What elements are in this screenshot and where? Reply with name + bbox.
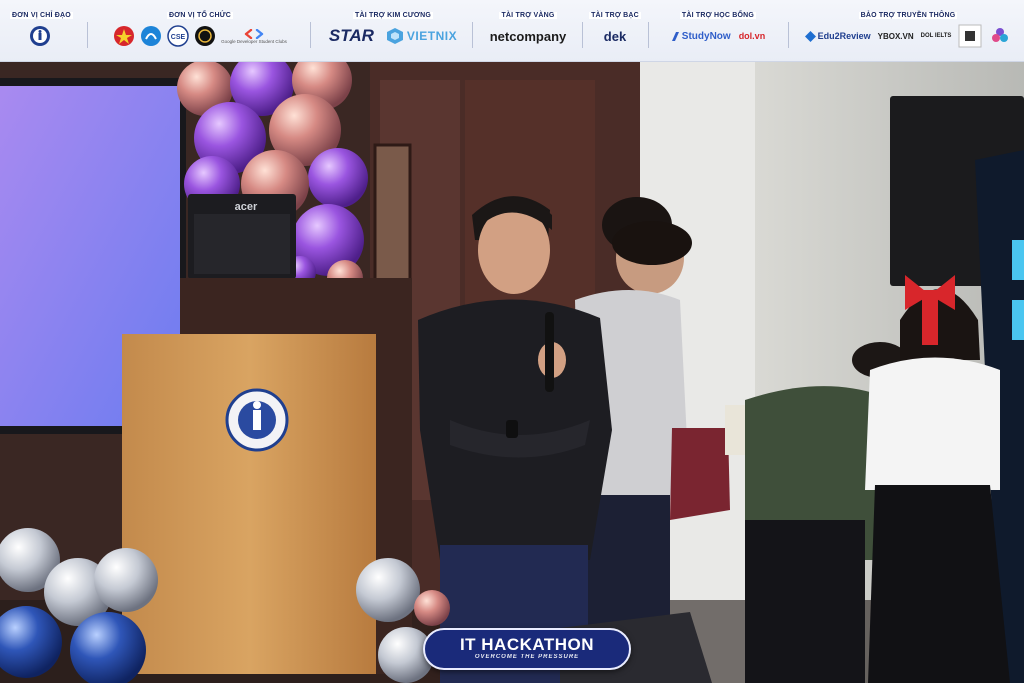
group-silver-label: TÀI TRỢ BẠC [589, 12, 641, 19]
star-icon: STAR [328, 26, 374, 45]
group-silver: TÀI TRỢ BẠC dek [588, 0, 642, 62]
door-window [373, 143, 412, 282]
banner-divider [582, 22, 583, 48]
group-gold: TÀI TRỢ VÀNG netcompany [478, 0, 578, 62]
podium-side [376, 334, 412, 674]
sponsor-banner: ĐƠN VỊ CHỈ ĐẠO ĐƠN VỊ TỔ CHỨC CSE Google… [0, 0, 1024, 62]
podium-body [122, 334, 378, 674]
cse-icon: CSE [167, 25, 189, 47]
group-media: BẢO TRỢ TRUYỀN THÔNG Edu2Review YBOX.VN … [796, 0, 1020, 62]
banner-divider [472, 22, 473, 48]
studynow-icon: StudyNow [671, 31, 731, 42]
media-box-icon [958, 24, 982, 48]
dolvn-icon: dol.vn [738, 31, 766, 41]
group-organizers-label: ĐƠN VỊ TỔ CHỨC [166, 12, 234, 19]
group-steering-label: ĐƠN VỊ CHỈ ĐẠO [10, 12, 73, 19]
vietnix-icon: VIETNIX [386, 27, 457, 45]
youth-union-icon [114, 26, 135, 46]
university-seal-icon [30, 26, 50, 46]
group-diamond-label: TÀI TRỢ KIM CƯƠNG [353, 12, 433, 19]
edu2review-icon: Edu2Review [804, 30, 871, 42]
netcompany-icon: netcompany [489, 28, 567, 44]
group-diamond: TÀI TRỢ KIM CƯƠNG STAR VIETNIX [318, 0, 468, 62]
banner-divider [87, 22, 88, 48]
banner-divider [310, 22, 311, 48]
group-organizers: ĐƠN VỊ TỔ CHỨC CSE Google Developer Stud… [100, 0, 300, 62]
group-gold-label: TÀI TRỢ VÀNG [499, 12, 557, 19]
dek-icon: dek [603, 28, 627, 44]
group-media-label: BẢO TRỢ TRUYỀN THÔNG [858, 12, 958, 19]
group-steering: ĐƠN VỊ CHỈ ĐẠO [10, 0, 73, 62]
podium-top [180, 278, 412, 334]
hackathon-badge: IT HACKATHON OVERCOME THE PRESSURE [423, 628, 631, 670]
banner-divider [648, 22, 649, 48]
club-icon [195, 26, 216, 46]
university-seal [225, 388, 289, 452]
svg-text:CSE: CSE [171, 34, 186, 41]
gdsc-icon: Google Developer Student Clubs [221, 28, 287, 44]
banner-divider [788, 22, 789, 48]
dol-ielts-icon: DOL IELTS [920, 33, 952, 39]
event-photo: acer [0, 62, 1024, 683]
hackathon-title: IT HACKATHON [459, 635, 595, 654]
student-association-icon [141, 26, 162, 46]
ybox-icon: YBOX.VN [877, 31, 914, 41]
monitor-brand: acer [235, 201, 258, 213]
photo-scene: acer [0, 62, 1024, 683]
red-chair [670, 428, 730, 520]
group-scholarship-label: TÀI TRỢ HỌC BỔNG [679, 12, 757, 19]
hackathon-subtitle: OVERCOME THE PRESSURE [474, 654, 580, 660]
acer-monitor: acer [188, 194, 296, 279]
group-scholarship: TÀI TRỢ HỌC BỔNG StudyNow dol.vn [654, 0, 782, 62]
gdsc-text: Google Developer Student Clubs [221, 38, 287, 44]
media-flower-icon [992, 28, 1009, 42]
